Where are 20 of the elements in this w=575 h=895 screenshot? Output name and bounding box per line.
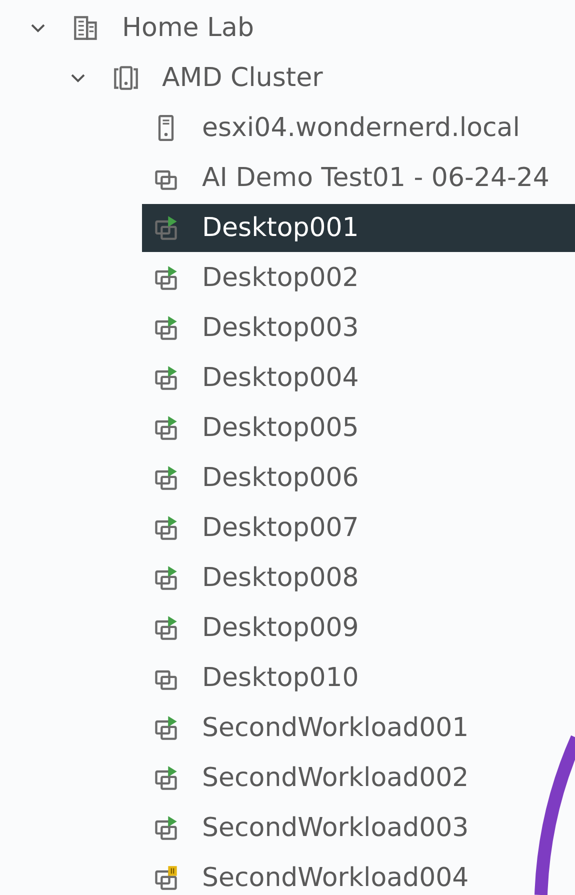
- tree-item-label[interactable]: SecondWorkload004: [202, 863, 475, 893]
- tree-item-label[interactable]: Desktop005: [202, 413, 365, 443]
- tree-item-label[interactable]: Home Lab: [122, 13, 260, 43]
- tree-item-label[interactable]: Desktop003: [202, 313, 365, 343]
- building-icon: [74, 15, 98, 41]
- tree-item-label[interactable]: SecondWorkload001: [202, 713, 475, 743]
- tree-item-label[interactable]: Desktop006: [202, 463, 365, 493]
- tree-item-label[interactable]: Desktop009: [202, 613, 365, 643]
- tree-item-label[interactable]: Desktop002: [202, 263, 365, 293]
- tree-item-label[interactable]: esxi04.wondernerd.local: [202, 113, 526, 143]
- tree-item-label[interactable]: Desktop001: [202, 213, 365, 243]
- cluster-icon: [114, 65, 138, 91]
- tree-item-label[interactable]: SecondWorkload003: [202, 813, 475, 843]
- tree-item-label[interactable]: Desktop008: [202, 563, 365, 593]
- tree-item-label[interactable]: Desktop007: [202, 513, 365, 543]
- tree-item-label[interactable]: AI Demo Test01 - 06-24-24: [202, 163, 556, 193]
- tree-item-label[interactable]: AMD Cluster: [162, 63, 329, 93]
- tree-item-label[interactable]: SecondWorkload002: [202, 763, 475, 793]
- tree-item-label[interactable]: Desktop010: [202, 663, 365, 693]
- tree-item-label[interactable]: Desktop004: [202, 363, 365, 393]
